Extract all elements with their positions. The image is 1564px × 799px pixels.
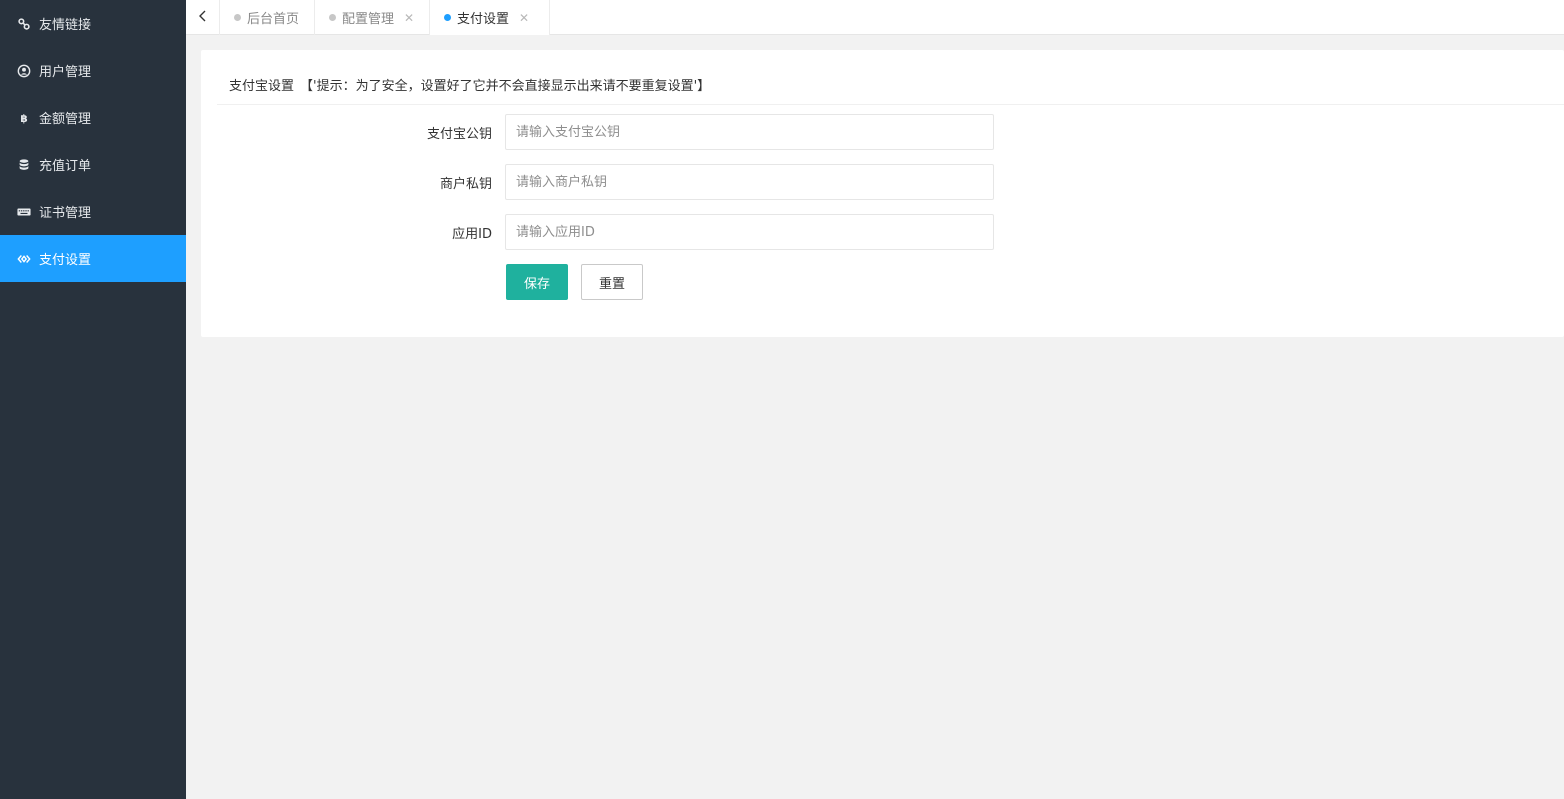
user-circle-icon <box>17 64 31 78</box>
close-icon[interactable]: ✕ <box>403 11 415 25</box>
keyboard-icon <box>17 205 31 219</box>
card-hint: 【'提示：为了安全，设置好了它并不会直接显示出来请不要重复设置'】 <box>300 78 711 94</box>
code-diamond-icon <box>17 252 31 266</box>
field-label: 应用ID <box>452 226 492 242</box>
field-label: 支付宝公钥 <box>426 126 492 142</box>
reset-button[interactable]: 重置 <box>581 264 643 300</box>
sidebar-item-user-management[interactable]: 用户管理 <box>0 47 186 94</box>
sidebar-item-payment-settings[interactable]: 支付设置 <box>0 235 186 282</box>
save-button[interactable]: 保存 <box>506 264 568 300</box>
card-header: 支付宝设置 【'提示：为了安全，设置好了它并不会直接显示出来请不要重复设置'】 <box>217 50 1564 105</box>
sidebar-item-certificate-management[interactable]: 证书管理 <box>0 188 186 235</box>
link-icon <box>17 17 31 31</box>
sidebar-item-label: 金额管理 <box>39 112 92 127</box>
sidebar-item-label: 用户管理 <box>39 65 92 80</box>
tab-label: 后台首页 <box>247 12 300 27</box>
merchant-private-key-input[interactable] <box>505 164 994 200</box>
tab-status-dot <box>329 14 336 21</box>
sidebar-item-label: 证书管理 <box>39 206 92 221</box>
alipay-public-key-input[interactable] <box>505 114 994 150</box>
tab-label: 配置管理 <box>342 12 395 27</box>
sidebar: 友情链接 用户管理 ฿ 金额管理 充值订单 证书管理 支付设置 <box>0 0 186 799</box>
tab-status-dot <box>444 14 451 21</box>
app-id-input[interactable] <box>505 214 994 250</box>
tab-bar: 后台首页 配置管理 ✕ 支付设置 ✕ <box>186 0 1564 35</box>
tab-config-management[interactable]: 配置管理 ✕ <box>315 0 430 35</box>
tab-status-dot <box>234 14 241 21</box>
sidebar-item-amount-management[interactable]: ฿ 金额管理 <box>0 94 186 141</box>
sidebar-item-label: 友情链接 <box>39 18 92 33</box>
tabs-scroll-left-button[interactable] <box>186 0 220 35</box>
tab-home[interactable]: 后台首页 <box>220 0 315 35</box>
close-icon[interactable]: ✕ <box>518 11 530 25</box>
sidebar-item-friend-links[interactable]: 友情链接 <box>0 0 186 47</box>
tab-payment-settings[interactable]: 支付设置 ✕ <box>430 0 550 35</box>
sidebar-item-label: 支付设置 <box>39 253 92 268</box>
settings-card: 支付宝设置 【'提示：为了安全，设置好了它并不会直接显示出来请不要重复设置'】 … <box>201 50 1564 337</box>
sidebar-item-label: 充值订单 <box>39 159 92 174</box>
tab-label: 支付设置 <box>457 12 510 27</box>
bitcoin-icon: ฿ <box>17 111 31 125</box>
sidebar-item-recharge-orders[interactable]: 充值订单 <box>0 141 186 188</box>
database-icon <box>17 158 31 172</box>
card-title: 支付宝设置 <box>229 78 295 94</box>
svg-text:฿: ฿ <box>20 112 27 124</box>
field-label: 商户私钥 <box>439 176 492 192</box>
chevron-left-icon <box>198 10 208 26</box>
